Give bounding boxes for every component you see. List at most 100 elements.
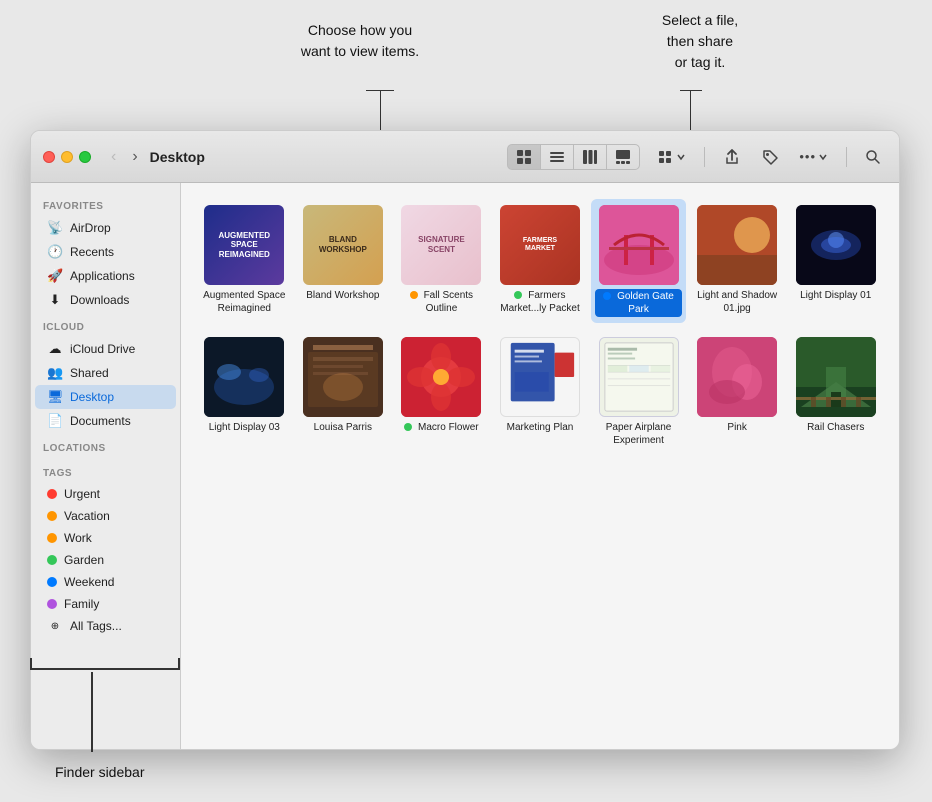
paper-airplane-image bbox=[600, 337, 678, 417]
file-thumb-bland-workshop: BLANDWORKSHOP bbox=[303, 205, 383, 285]
file-thumb-farmers-market: FARMERSMARKET bbox=[500, 205, 580, 285]
sidebar-tag-label-vacation: Vacation bbox=[64, 509, 110, 523]
sidebar-item-tag-vacation[interactable]: Vacation bbox=[35, 505, 176, 527]
sidebar-item-icloud-drive[interactable]: ☁ iCloud Drive bbox=[35, 337, 176, 361]
tags-label: Tags bbox=[31, 458, 180, 483]
file-item-golden-gate[interactable]: Golden Gate Park bbox=[591, 199, 686, 323]
sidebar-item-tag-work[interactable]: Work bbox=[35, 527, 176, 549]
sidebar-item-recents[interactable]: 🕐 Recents bbox=[35, 240, 176, 264]
more-dots: ••• bbox=[799, 149, 816, 164]
back-button[interactable]: ‹ bbox=[107, 146, 120, 168]
file-item-marketing-plan[interactable]: Marketing Plan bbox=[493, 331, 588, 453]
file-thumb-paper-airplane bbox=[599, 337, 679, 417]
file-item-louisa-parris[interactable]: Louisa Parris bbox=[296, 331, 391, 453]
file-name-macro-flower: Macro Flower bbox=[404, 421, 478, 434]
finder-window: ‹ › Desktop bbox=[30, 130, 900, 750]
sidebar-item-shared[interactable]: 👥 Shared bbox=[35, 361, 176, 385]
recents-icon: 🕐 bbox=[47, 244, 63, 260]
search-icon bbox=[865, 149, 881, 165]
file-item-augmented-space[interactable]: AUGMENTEDSPACEREIMAGINED Augmented Space… bbox=[197, 199, 292, 323]
tag-button[interactable] bbox=[755, 144, 785, 170]
file-thumb-light-display-01 bbox=[796, 205, 876, 285]
sidebar-item-tag-family[interactable]: Family bbox=[35, 593, 176, 615]
file-name-pink: Pink bbox=[727, 421, 746, 434]
file-thumb-light-display-03 bbox=[204, 337, 284, 417]
file-thumb-light-shadow bbox=[697, 205, 777, 285]
file-item-paper-airplane[interactable]: Paper Airplane Experiment bbox=[591, 331, 686, 453]
sidebar-item-downloads[interactable]: ⬇ Downloads bbox=[35, 288, 176, 312]
light-shadow-image bbox=[697, 205, 777, 285]
dot-farmers-market bbox=[514, 291, 522, 299]
file-name-marketing-plan: Marketing Plan bbox=[507, 421, 574, 434]
more-button[interactable]: ••• bbox=[793, 145, 834, 168]
file-item-fall-scents[interactable]: SIGNATURESCENT Fall Scents Outline bbox=[394, 199, 489, 323]
callout-view-items: Choose how you want to view items. bbox=[240, 20, 480, 62]
dot-fall-scents bbox=[410, 291, 418, 299]
sidebar-item-tag-weekend[interactable]: Weekend bbox=[35, 571, 176, 593]
minimize-button[interactable] bbox=[61, 151, 73, 163]
view-column-button[interactable] bbox=[574, 145, 607, 169]
sidebar-bracket-left-vert bbox=[30, 658, 32, 670]
file-name-rail-chasers: Rail Chasers bbox=[807, 421, 864, 434]
chevron-down-icon bbox=[676, 152, 686, 162]
sidebar-item-applications[interactable]: 🚀 Applications bbox=[35, 264, 176, 288]
file-item-light-shadow[interactable]: Light and Shadow 01.jpg bbox=[690, 199, 785, 323]
file-thumb-macro-flower bbox=[401, 337, 481, 417]
callout-view-arrow bbox=[380, 90, 381, 135]
view-icon-button[interactable] bbox=[508, 145, 541, 169]
sidebar-item-documents[interactable]: 📄 Documents bbox=[35, 409, 176, 433]
file-item-rail-chasers[interactable]: Rail Chasers bbox=[788, 331, 883, 453]
more-chevron-icon bbox=[818, 152, 828, 162]
marketing-plan-image bbox=[501, 337, 579, 417]
file-item-farmers-market[interactable]: FARMERSMARKET Farmers Market...ly Packet bbox=[493, 199, 588, 323]
locations-label: Locations bbox=[31, 433, 180, 458]
maximize-button[interactable] bbox=[79, 151, 91, 163]
tag-dot-work bbox=[47, 533, 57, 543]
list-icon bbox=[549, 149, 565, 165]
file-thumb-fall-scents: SIGNATURESCENT bbox=[401, 205, 481, 285]
view-list-button[interactable] bbox=[541, 145, 574, 169]
file-item-light-display-03[interactable]: Light Display 03 bbox=[197, 331, 292, 453]
file-name-light-display-01: Light Display 01 bbox=[800, 289, 871, 302]
file-item-macro-flower[interactable]: Macro Flower bbox=[394, 331, 489, 453]
columns-icon bbox=[582, 149, 598, 165]
share-button[interactable] bbox=[717, 144, 747, 170]
sidebar-item-tag-all[interactable]: ⊕ All Tags... bbox=[35, 615, 176, 637]
file-item-pink[interactable]: Pink bbox=[690, 331, 785, 453]
search-button[interactable] bbox=[859, 145, 887, 169]
sidebar-item-airdrop[interactable]: 📡 AirDrop bbox=[35, 216, 176, 240]
sidebar-tag-label-garden: Garden bbox=[64, 553, 104, 567]
tag-icon bbox=[761, 148, 779, 166]
file-name-light-shadow: Light and Shadow 01.jpg bbox=[694, 289, 781, 315]
toolbar-divider-2 bbox=[846, 147, 847, 167]
file-name-bland-workshop: Bland Workshop bbox=[306, 289, 379, 302]
sidebar-tag-label-family: Family bbox=[64, 597, 99, 611]
grid-icon bbox=[516, 149, 532, 165]
applications-icon: 🚀 bbox=[47, 268, 63, 284]
callout-share-tag: Select a file, then share or tag it. bbox=[600, 10, 800, 73]
view-buttons-group bbox=[507, 144, 640, 170]
sidebar-item-desktop[interactable]: 🖥 Desktop bbox=[35, 385, 176, 409]
sidebar-item-label-icloud-drive: iCloud Drive bbox=[70, 342, 135, 356]
file-name-light-display-03: Light Display 03 bbox=[209, 421, 280, 434]
light-display-01-image bbox=[796, 205, 876, 285]
file-item-bland-workshop[interactable]: BLANDWORKSHOP Bland Workshop bbox=[296, 199, 391, 323]
file-item-light-display-01[interactable]: Light Display 01 bbox=[788, 199, 883, 323]
file-thumb-pink bbox=[697, 337, 777, 417]
tag-dot-weekend bbox=[47, 577, 57, 587]
sidebar-item-tag-urgent[interactable]: Urgent bbox=[35, 483, 176, 505]
icloud-drive-icon: ☁ bbox=[47, 341, 63, 357]
view-gallery-button[interactable] bbox=[607, 145, 639, 169]
icloud-label: iCloud bbox=[31, 312, 180, 337]
dot-golden-gate bbox=[603, 292, 611, 300]
file-thumb-augmented-space: AUGMENTEDSPACEREIMAGINED bbox=[204, 205, 284, 285]
forward-button[interactable]: › bbox=[128, 146, 141, 168]
downloads-icon: ⬇ bbox=[47, 292, 63, 308]
sidebar-item-tag-garden[interactable]: Garden bbox=[35, 549, 176, 571]
file-name-golden-gate: Golden Gate Park bbox=[595, 289, 682, 317]
close-button[interactable] bbox=[43, 151, 55, 163]
group-button[interactable] bbox=[652, 145, 692, 169]
dot-macro-flower bbox=[404, 423, 412, 431]
file-name-fall-scents: Fall Scents Outline bbox=[398, 289, 485, 315]
file-thumb-golden-gate bbox=[599, 205, 679, 285]
